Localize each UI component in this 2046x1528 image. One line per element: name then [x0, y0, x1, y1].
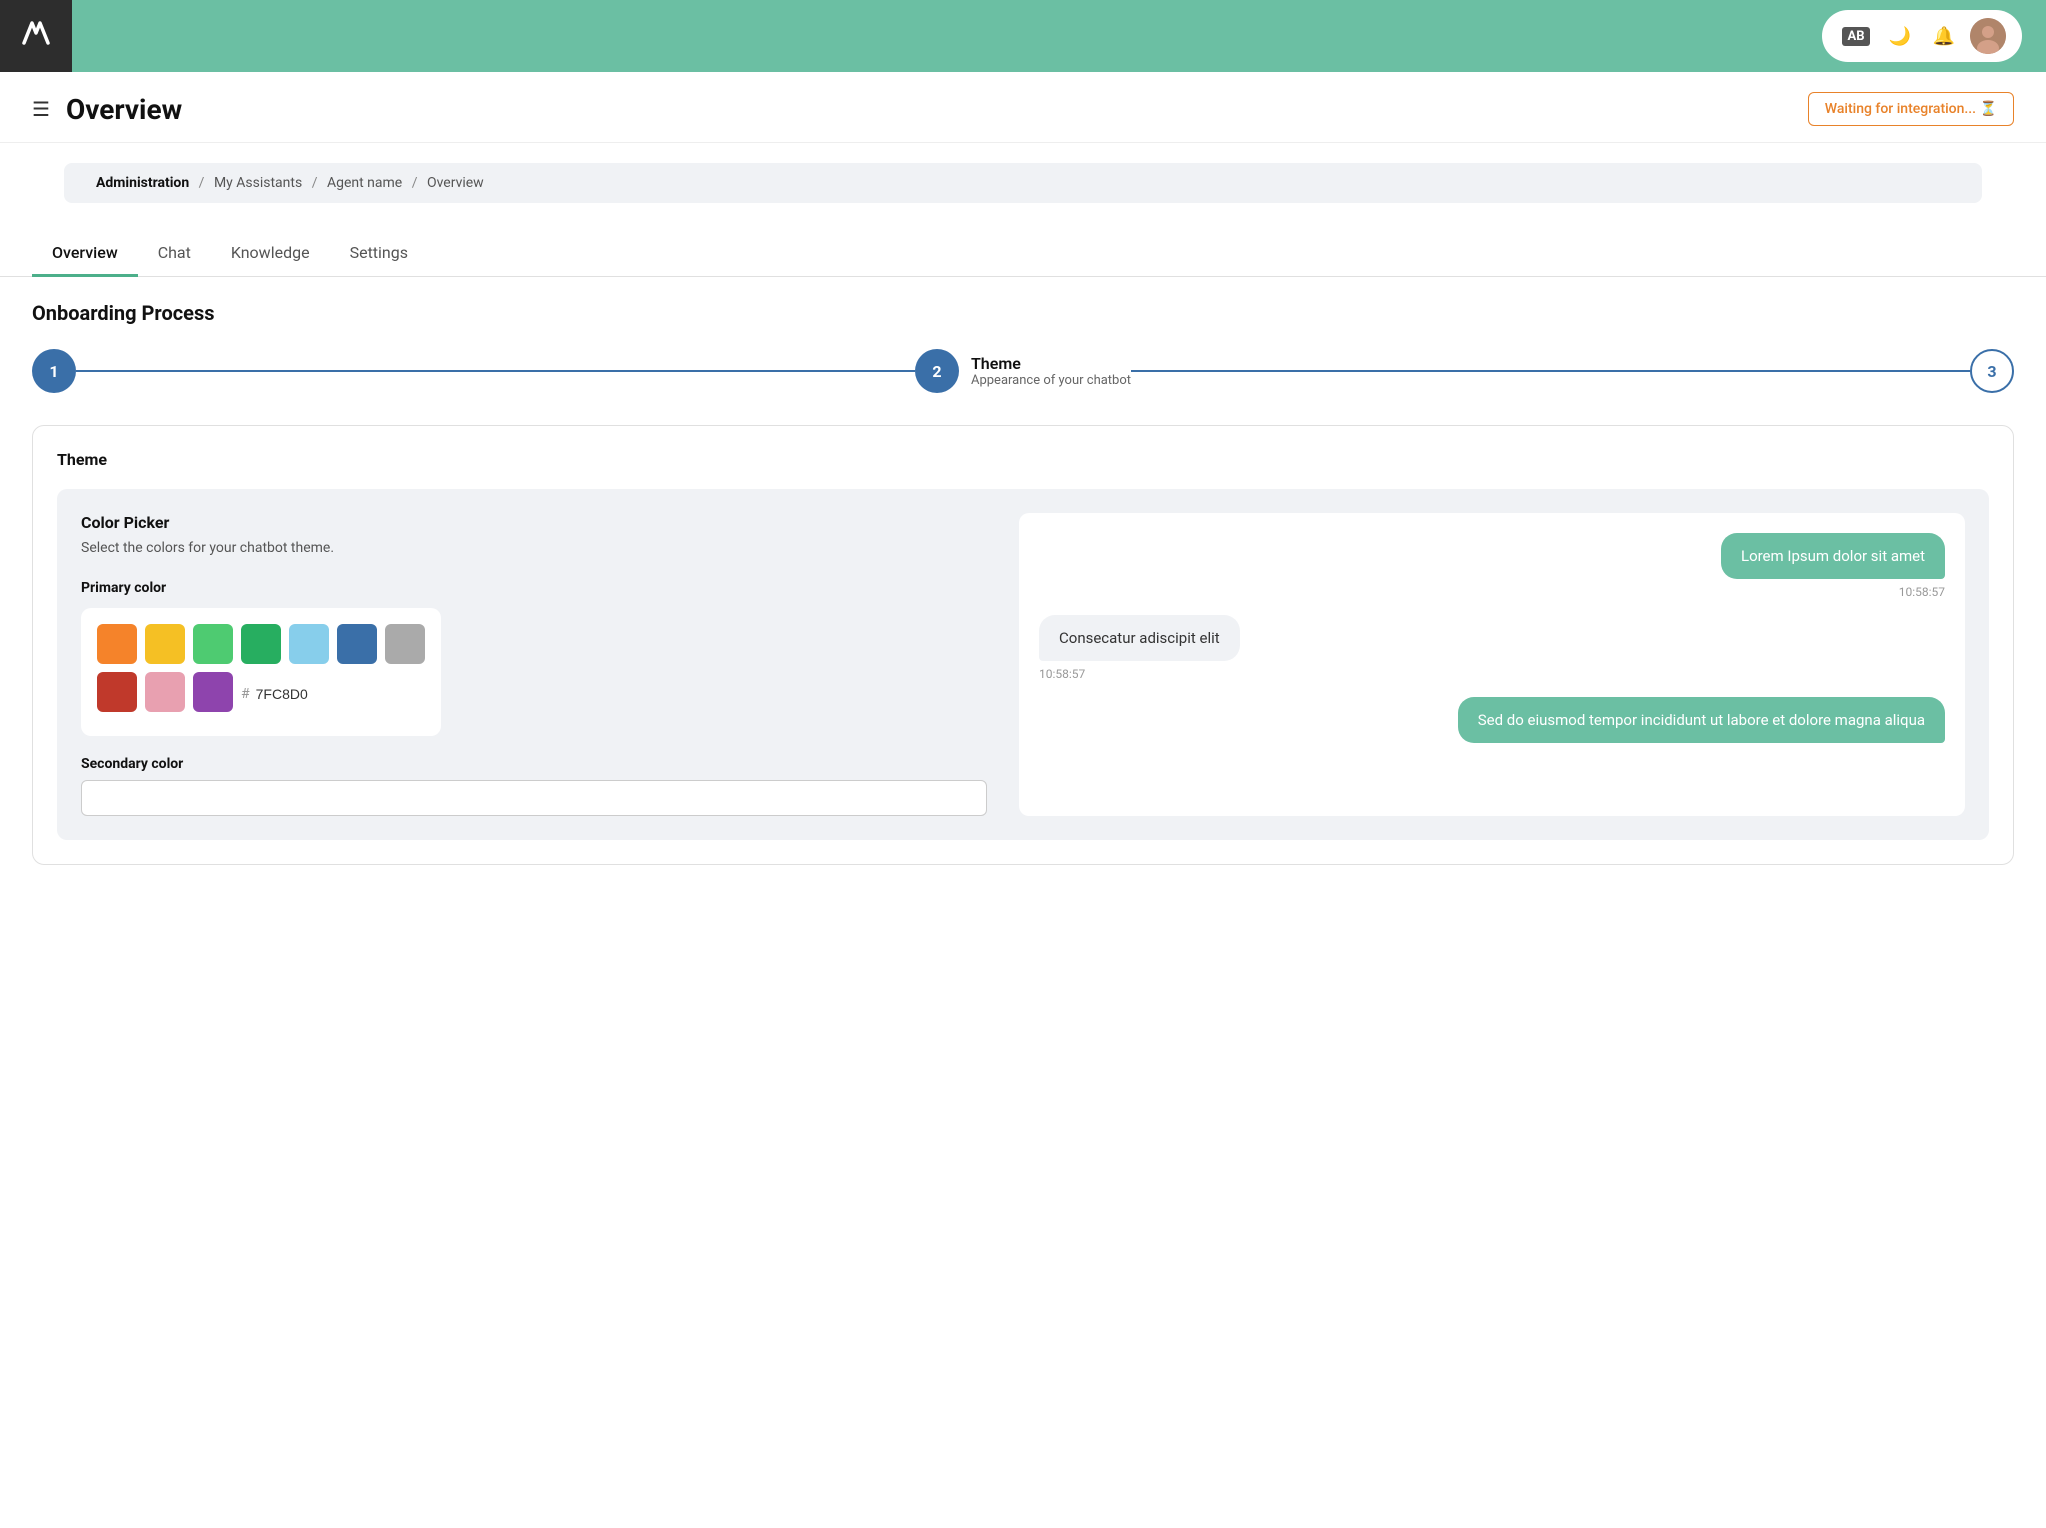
swatch-row-1 — [97, 624, 425, 664]
theme-card-title: Theme — [57, 450, 1989, 469]
translate-icon[interactable]: AB — [1838, 18, 1874, 54]
chat-time-left-1: 10:58:57 — [1039, 667, 1085, 681]
step-1-number: 1 — [49, 362, 58, 381]
content-area: Onboarding Process 1 2 Theme Appearance … — [0, 277, 2046, 889]
breadcrumb-sep-2: / — [312, 175, 318, 191]
theme-card: Theme Color Picker Select the colors for… — [32, 425, 2014, 865]
swatch-red[interactable] — [97, 672, 137, 712]
breadcrumb-overview[interactable]: Overview — [427, 175, 484, 191]
step-3-number: 3 — [1987, 362, 1996, 381]
step-2-label: Theme — [971, 354, 1131, 373]
chat-bubble-right-2: Sed do eiusmod tempor incididunt ut labo… — [1458, 697, 1945, 743]
color-swatches-container: # — [81, 608, 441, 736]
notifications-icon[interactable]: 🔔 — [1926, 18, 1962, 54]
onboarding-title: Onboarding Process — [32, 301, 2014, 325]
waiting-badge[interactable]: Waiting for integration... ⏳ — [1808, 92, 2014, 126]
dark-mode-icon[interactable]: 🌙 — [1882, 18, 1918, 54]
chat-preview: Lorem Ipsum dolor sit amet 10:58:57 Cons… — [1019, 513, 1965, 816]
swatch-pink[interactable] — [145, 672, 185, 712]
nav-left — [0, 0, 72, 72]
nav-right-actions: AB 🌙 🔔 — [1822, 10, 2022, 62]
chat-bubble-right-1: Lorem Ipsum dolor sit amet — [1721, 533, 1945, 579]
swatch-light-green[interactable] — [193, 624, 233, 664]
swatch-light-blue[interactable] — [289, 624, 329, 664]
page-title: Overview — [66, 93, 182, 126]
breadcrumb-wrapper: Administration / My Assistants / Agent n… — [0, 143, 2046, 215]
breadcrumb: Administration / My Assistants / Agent n… — [64, 163, 1982, 203]
stepper: 1 2 Theme Appearance of your chatbot 3 — [32, 349, 2014, 393]
hash-symbol: # — [241, 686, 250, 702]
secondary-color-label: Secondary color — [81, 756, 987, 772]
swatch-yellow[interactable] — [145, 624, 185, 664]
breadcrumb-agent-name[interactable]: Agent name — [327, 175, 402, 191]
breadcrumb-my-assistants[interactable]: My Assistants — [214, 175, 302, 191]
step-2-number: 2 — [932, 362, 941, 381]
swatch-purple[interactable] — [193, 672, 233, 712]
swatch-blue[interactable] — [337, 624, 377, 664]
tab-settings[interactable]: Settings — [330, 231, 428, 277]
step-2-info: Theme Appearance of your chatbot — [971, 354, 1131, 388]
hamburger-icon[interactable]: ☰ — [32, 97, 50, 121]
main-wrapper: ☰ Overview Waiting for integration... ⏳ … — [0, 72, 2046, 1528]
tab-chat[interactable]: Chat — [138, 231, 211, 277]
tab-overview[interactable]: Overview — [32, 231, 138, 277]
header-left: ☰ Overview — [32, 93, 182, 126]
color-picker-desc: Select the colors for your chatbot theme… — [81, 540, 987, 556]
waiting-badge-text: Waiting for integration... ⏳ — [1825, 101, 1997, 117]
breadcrumb-sep-3: / — [412, 175, 418, 191]
top-navigation: AB 🌙 🔔 — [0, 0, 2046, 72]
primary-color-label: Primary color — [81, 580, 987, 596]
step-2-group: 2 Theme Appearance of your chatbot — [915, 349, 1131, 393]
header-row: ☰ Overview Waiting for integration... ⏳ — [0, 72, 2046, 143]
step-1-circle[interactable]: 1 — [32, 349, 76, 393]
chat-time-right-1: 10:58:57 — [1899, 585, 1945, 599]
step-line-1 — [76, 370, 915, 372]
logo-icon — [18, 15, 54, 58]
breadcrumb-sep-1: / — [199, 175, 205, 191]
avatar[interactable] — [1970, 18, 2006, 54]
tab-knowledge[interactable]: Knowledge — [211, 231, 330, 277]
logo-box[interactable] — [0, 0, 72, 72]
chat-bubble-left-1: Consecatur adiscipit elit — [1039, 615, 1240, 661]
hex-input[interactable] — [256, 686, 336, 702]
swatch-orange[interactable] — [97, 624, 137, 664]
secondary-color-input[interactable] — [81, 780, 987, 816]
step-2-circle[interactable]: 2 — [915, 349, 959, 393]
step-2-desc: Appearance of your chatbot — [971, 373, 1131, 388]
swatch-gray[interactable] — [385, 624, 425, 664]
color-picker-section: Color Picker Select the colors for your … — [57, 489, 1989, 840]
step-3-circle[interactable]: 3 — [1970, 349, 2014, 393]
swatch-row-2: # — [97, 672, 425, 712]
color-picker-title: Color Picker — [81, 513, 987, 532]
step-line-2 — [1131, 370, 1970, 372]
color-picker-left: Color Picker Select the colors for your … — [81, 513, 987, 816]
breadcrumb-admin[interactable]: Administration — [96, 175, 189, 191]
swatch-green[interactable] — [241, 624, 281, 664]
hex-input-row: # — [241, 676, 336, 712]
tabs-row: Overview Chat Knowledge Settings — [0, 231, 2046, 277]
